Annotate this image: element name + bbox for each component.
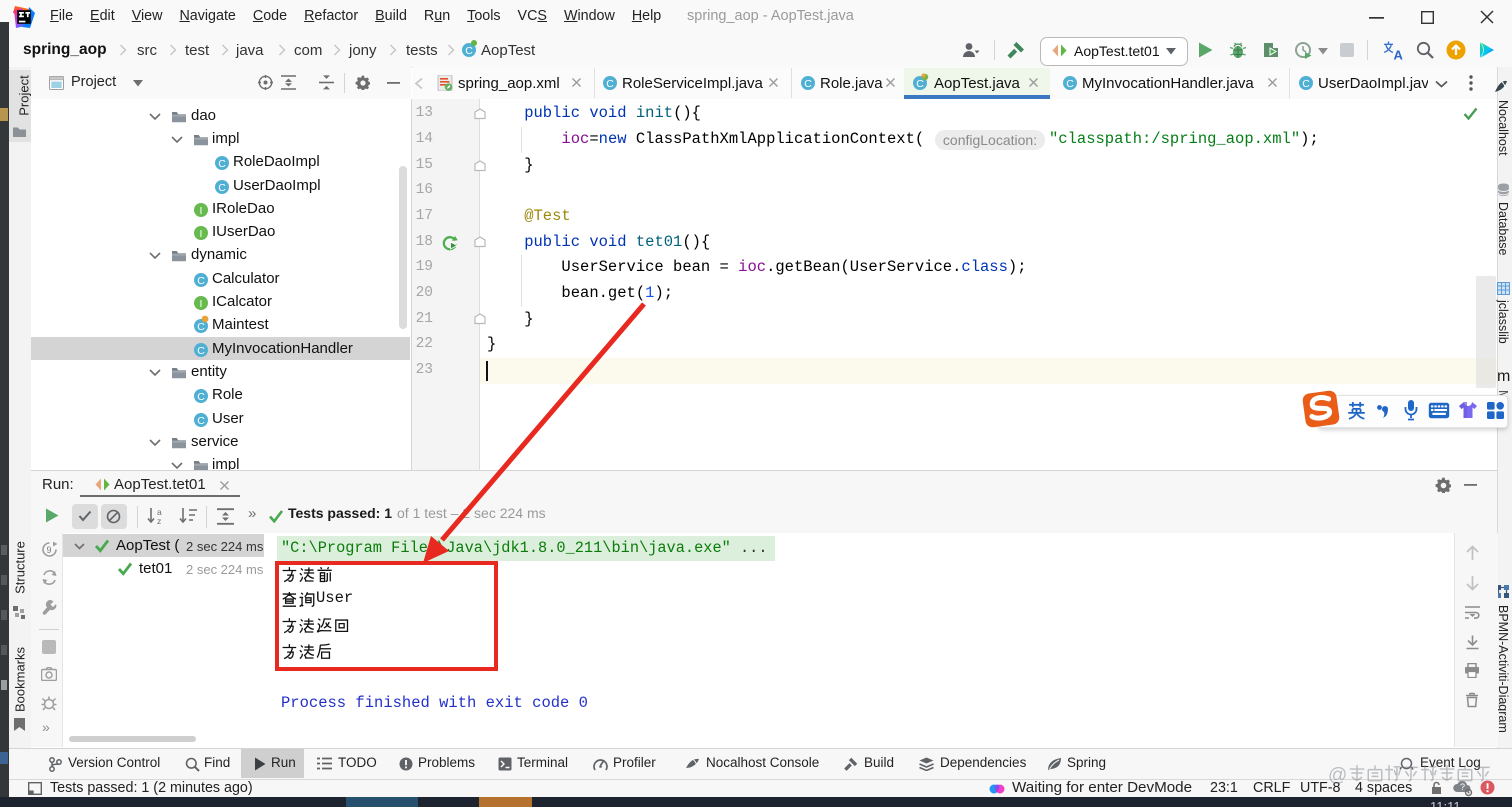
- svg-text:z: z: [157, 516, 161, 526]
- svg-text:?: ?: [1460, 782, 1465, 792]
- svg-text:9: 9: [47, 545, 52, 555]
- svg-text:C: C: [465, 45, 473, 57]
- svg-text:A: A: [1394, 48, 1404, 61]
